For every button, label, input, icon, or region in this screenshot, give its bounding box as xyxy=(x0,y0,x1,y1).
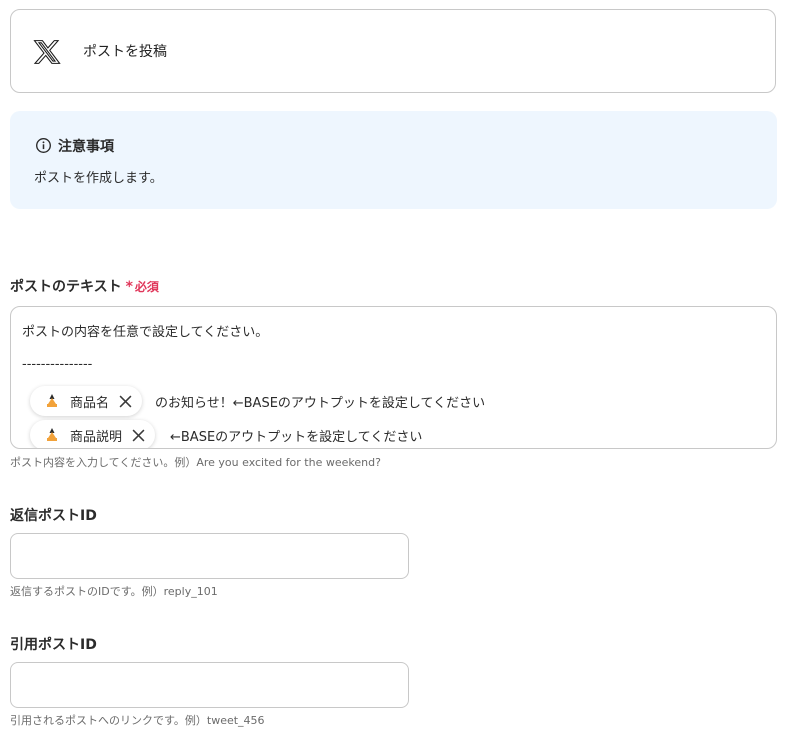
chip-suffix-text: のお知らせ！←BASEのアウトプットを設定してください xyxy=(155,396,486,411)
close-icon[interactable] xyxy=(132,429,145,442)
base-logo-icon xyxy=(47,394,57,407)
notice-body: ポストを作成します。 xyxy=(34,171,163,186)
required-mark: * xyxy=(125,279,133,295)
chip-suffix-text: ←BASEのアウトプットを設定してください xyxy=(170,430,423,445)
reply-id-hint: 返信するポストのIDです。例）reply_101 xyxy=(10,585,218,598)
post-text-editor[interactable]: ポストの内容を任意で設定してください。 --------------- 商品名 … xyxy=(10,306,777,449)
base-logo-icon xyxy=(47,428,57,441)
x-logo-icon xyxy=(33,40,61,64)
action-title: ポストを投稿 xyxy=(83,44,167,60)
notice-title: 注意事項 xyxy=(58,139,114,155)
required-text: 必須 xyxy=(134,280,159,294)
variable-chip[interactable]: 商品説明 xyxy=(30,420,156,448)
quote-id-hint: 引用されるポストへのリンクです。例）tweet_456 xyxy=(10,714,265,727)
notice-box: 注意事項 ポストを作成します。 xyxy=(10,111,777,209)
post-text-label-text: ポストのテキスト xyxy=(10,279,122,295)
chip-label: 商品説明 xyxy=(70,429,123,445)
action-header-card: ポストを投稿 xyxy=(10,9,776,93)
post-text-line: ポストの内容を任意で設定してください。 xyxy=(22,325,269,340)
close-icon[interactable] xyxy=(119,395,132,408)
post-text-hint: ポスト内容を入力してください。例）Are you excited for the… xyxy=(10,456,381,469)
post-text-line: --------------- xyxy=(22,357,93,372)
quote-id-label: 引用ポストID xyxy=(10,637,97,653)
info-icon xyxy=(36,138,51,153)
quote-id-input[interactable] xyxy=(10,662,409,708)
chip-label: 商品名 xyxy=(70,395,110,411)
reply-id-input[interactable] xyxy=(10,533,409,579)
post-text-label: ポストのテキスト * 必須 xyxy=(10,276,159,296)
variable-chip[interactable]: 商品名 xyxy=(30,386,143,416)
reply-id-label: 返信ポストID xyxy=(10,508,97,524)
